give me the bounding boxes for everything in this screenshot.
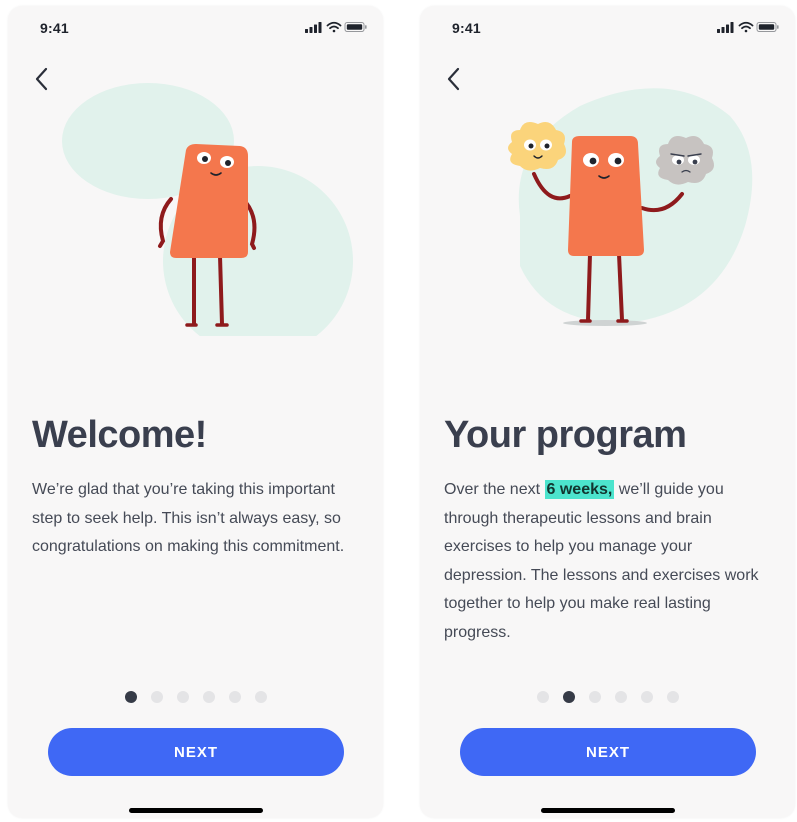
pagination-dots [420,691,795,703]
page-dot-4[interactable] [202,691,215,703]
wifi-icon [326,21,342,33]
duration-highlight: 6 weeks, [544,480,615,499]
page-dot-5[interactable] [228,691,241,703]
page-dot-5[interactable] [640,691,653,703]
wifi-icon [738,21,754,33]
description-text: Over the next [444,481,545,498]
page-title: Welcome! [32,414,207,456]
page-dot-4[interactable] [614,691,627,703]
page-dot-1[interactable] [536,691,549,703]
page-dot-3[interactable] [176,691,189,703]
battery-icon [344,22,367,32]
page-dot-6[interactable] [254,691,267,703]
next-button[interactable]: NEXT [48,728,344,776]
onboarding-screen-welcome: 9:41 Welcome! We’re glad that you’re tak… [8,6,383,818]
battery-icon [756,22,779,32]
status-bar: 9:41 [420,6,795,46]
status-time: 9:41 [40,20,69,36]
next-button[interactable]: NEXT [460,728,756,776]
page-dot-6[interactable] [666,691,679,703]
status-icons [305,21,367,33]
home-indicator[interactable] [129,808,263,813]
status-icons [717,21,779,33]
status-bar: 9:41 [8,6,383,46]
status-time: 9:41 [452,20,481,36]
pagination-dots [8,691,383,703]
program-illustration [508,88,753,326]
page-dot-3[interactable] [588,691,601,703]
welcome-illustration [62,83,353,336]
page-description: We’re glad that you’re taking this impor… [32,481,345,555]
page-title: Your program [444,414,687,456]
description-text: we’ll guide you through therapeutic less… [444,481,759,641]
page-description: Over the next 6 weeks, we’ll guide you t… [444,476,774,647]
page-dot-2-active[interactable] [562,691,575,703]
page-dot-2[interactable] [150,691,163,703]
page-dot-1-active[interactable] [124,691,137,703]
signal-icon [305,22,322,33]
ground-shadow [563,320,647,326]
onboarding-screen-program: 9:41 Your program Over the next 6 weeks,… [420,6,795,818]
signal-icon [717,22,734,33]
home-indicator[interactable] [541,808,675,813]
